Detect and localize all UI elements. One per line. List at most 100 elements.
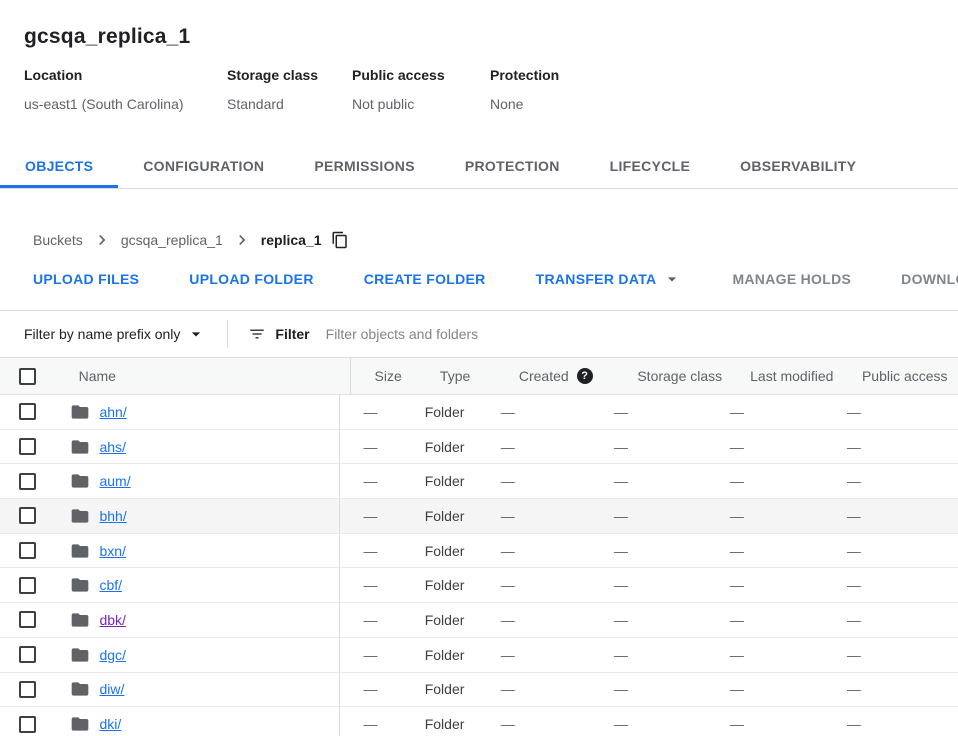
table-row: ahn/ — Folder — — — — xyxy=(0,395,958,430)
size-cell: — xyxy=(340,716,425,732)
row-checkbox-cell xyxy=(0,395,51,429)
public-access-cell: — xyxy=(847,681,958,697)
toolbar-button-label: TRANSFER DATA xyxy=(536,271,657,287)
manage-holds-button[interactable]: MANAGE HOLDS xyxy=(732,271,851,287)
select-all-checkbox[interactable] xyxy=(19,368,36,385)
folder-link[interactable]: dgc/ xyxy=(99,647,125,663)
row-checkbox[interactable] xyxy=(19,611,36,628)
table-body: ahn/ — Folder — — — — ahs/ — Folder — — … xyxy=(0,395,958,736)
storage-class-cell: — xyxy=(614,681,730,697)
row-checkbox-cell xyxy=(0,464,51,498)
public-access-cell: — xyxy=(847,404,958,420)
object-actions-toolbar: UPLOAD FILES UPLOAD FOLDER CREATE FOLDER… xyxy=(0,255,958,311)
column-header-type: Type xyxy=(438,368,515,384)
column-header-storage-class: Storage class xyxy=(628,368,740,384)
storage-class-cell: — xyxy=(614,473,730,489)
breadcrumb-item-bucket-name[interactable]: gcsqa_replica_1 xyxy=(121,232,223,248)
folder-link[interactable]: bxn/ xyxy=(99,543,125,559)
metadata-item: Storage class Standard xyxy=(227,67,352,112)
metadata-value: None xyxy=(490,96,559,112)
row-checkbox[interactable] xyxy=(19,646,36,663)
row-checkbox-cell xyxy=(0,430,51,464)
name-cell: diw/ xyxy=(51,673,339,707)
table-row: dgc/ — Folder — — — — xyxy=(0,638,958,673)
toolbar-button-label: UPLOAD FILES xyxy=(33,271,139,287)
breadcrumb-item-current-folder: replica_1 xyxy=(261,232,322,248)
column-header-public-access: Public access xyxy=(852,368,958,384)
tab-observability[interactable]: OBSERVABILITY xyxy=(715,149,881,188)
folder-link[interactable]: ahs/ xyxy=(99,439,125,455)
column-header-created-label: Created xyxy=(519,368,569,384)
folder-icon xyxy=(70,610,90,630)
table-row: dki/ — Folder — — — — xyxy=(0,707,958,736)
folder-icon xyxy=(70,471,90,491)
folder-link[interactable]: dbk/ xyxy=(99,612,125,628)
row-checkbox[interactable] xyxy=(19,577,36,594)
public-access-cell: — xyxy=(847,647,958,663)
create-folder-button[interactable]: CREATE FOLDER xyxy=(364,271,486,287)
transfer-data-button[interactable]: TRANSFER DATA xyxy=(536,269,683,289)
table-row: diw/ — Folder — — — — xyxy=(0,673,958,708)
folder-link[interactable]: diw/ xyxy=(99,681,124,697)
tab-configuration[interactable]: CONFIGURATION xyxy=(118,149,289,188)
row-checkbox-cell xyxy=(0,673,51,707)
breadcrumb-item-buckets[interactable]: Buckets xyxy=(33,232,83,248)
divider xyxy=(227,320,228,348)
name-cell: dki/ xyxy=(51,707,339,736)
table-row: aum/ — Folder — — — — xyxy=(0,464,958,499)
toolbar-button-label: CREATE FOLDER xyxy=(364,271,486,287)
download-button[interactable]: DOWNLOAD xyxy=(901,271,958,287)
copy-icon[interactable] xyxy=(331,231,349,249)
row-checkbox-cell xyxy=(0,603,51,637)
row-checkbox[interactable] xyxy=(19,716,36,733)
metadata-item: Location us-east1 (South Carolina) xyxy=(24,67,227,112)
row-checkbox-cell xyxy=(0,707,51,736)
tab-lifecycle[interactable]: LIFECYCLE xyxy=(585,149,715,188)
size-cell: — xyxy=(340,543,425,559)
folder-icon xyxy=(70,714,90,734)
folder-link[interactable]: dki/ xyxy=(99,716,121,732)
storage-class-cell: — xyxy=(614,612,730,628)
filter-scope-dropdown[interactable]: Filter by name prefix only xyxy=(24,324,206,344)
table-row: cbf/ — Folder — — — — xyxy=(0,568,958,603)
size-cell: — xyxy=(340,612,425,628)
metadata-label: Protection xyxy=(490,67,559,83)
size-cell: — xyxy=(340,508,425,524)
filter-bar: Filter by name prefix only Filter xyxy=(0,311,958,358)
size-cell: — xyxy=(340,473,425,489)
tab-permissions[interactable]: PERMISSIONS xyxy=(289,149,440,188)
row-checkbox-cell xyxy=(0,638,51,672)
row-checkbox[interactable] xyxy=(19,542,36,559)
metadata-label: Public access xyxy=(352,67,490,83)
folder-link[interactable]: bhh/ xyxy=(99,508,126,524)
help-icon[interactable]: ? xyxy=(577,368,593,384)
row-checkbox[interactable] xyxy=(19,473,36,490)
row-checkbox-cell xyxy=(0,534,51,568)
folder-link[interactable]: ahn/ xyxy=(99,404,126,420)
filter-label: Filter xyxy=(275,326,309,342)
folder-link[interactable]: aum/ xyxy=(99,473,130,489)
row-checkbox[interactable] xyxy=(19,403,36,420)
tab-protection[interactable]: PROTECTION xyxy=(440,149,585,188)
folder-link[interactable]: cbf/ xyxy=(99,577,122,593)
upload-folder-button[interactable]: UPLOAD FOLDER xyxy=(189,271,313,287)
last-modified-cell: — xyxy=(730,508,847,524)
created-cell: — xyxy=(501,473,614,489)
filter-input[interactable] xyxy=(326,319,958,349)
created-cell: — xyxy=(501,577,614,593)
row-checkbox[interactable] xyxy=(19,438,36,455)
upload-files-button[interactable]: UPLOAD FILES xyxy=(33,271,139,287)
table-row: ahs/ — Folder — — — — xyxy=(0,430,958,465)
name-cell: bxn/ xyxy=(51,534,339,568)
type-cell: Folder xyxy=(425,681,501,697)
name-cell: bhh/ xyxy=(51,499,339,533)
tab-bar: OBJECTSCONFIGURATIONPERMISSIONSPROTECTIO… xyxy=(0,149,958,189)
row-checkbox[interactable] xyxy=(19,681,36,698)
metadata-value: Not public xyxy=(352,96,490,112)
row-checkbox[interactable] xyxy=(19,507,36,524)
type-cell: Folder xyxy=(425,508,501,524)
tab-objects[interactable]: OBJECTS xyxy=(0,149,118,188)
type-cell: Folder xyxy=(425,404,501,420)
chevron-right-icon xyxy=(92,230,112,250)
folder-icon xyxy=(70,541,90,561)
